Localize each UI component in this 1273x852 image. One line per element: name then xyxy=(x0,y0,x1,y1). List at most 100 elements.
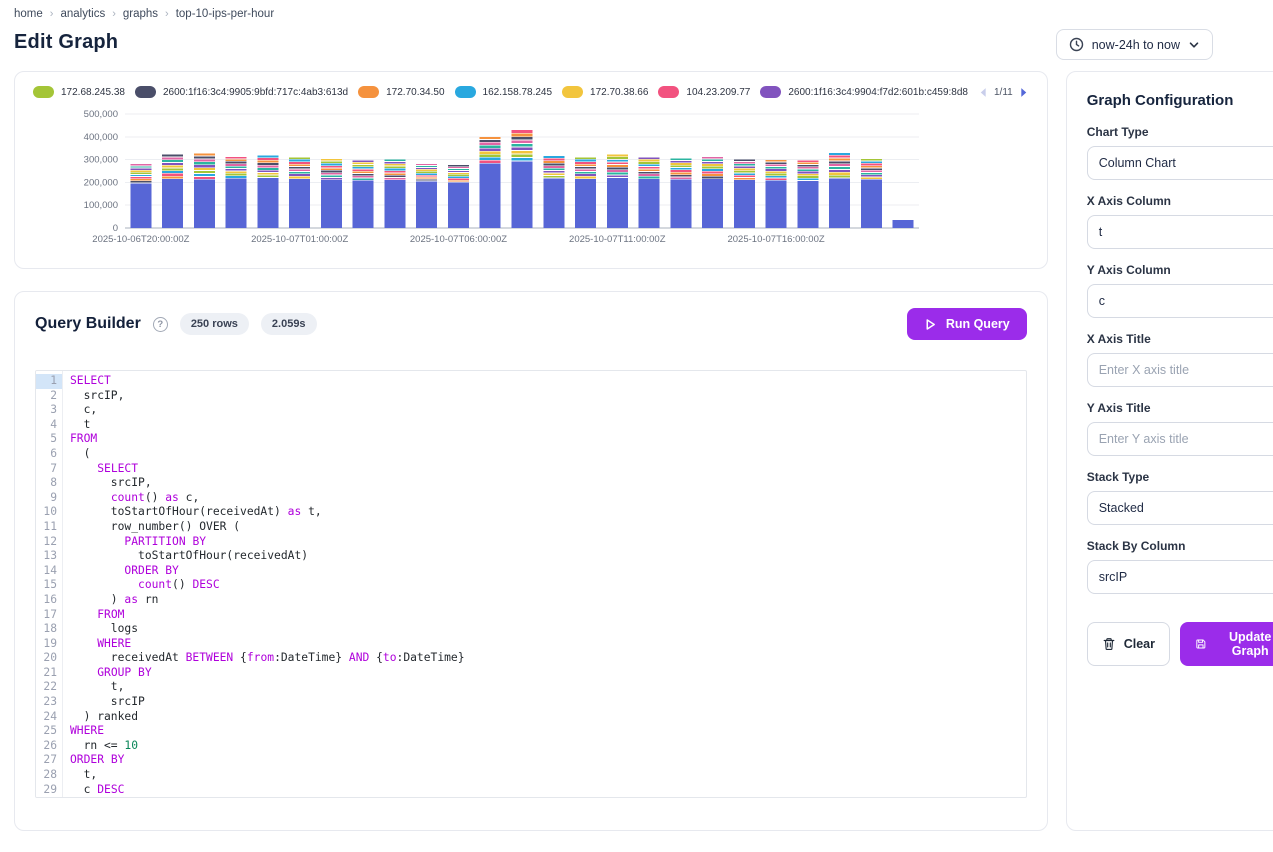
left-column: 172.68.245.38 2600:1f16:3c4:9905:9bfd:717… xyxy=(14,71,1048,831)
line-number: 18 xyxy=(36,622,62,637)
legend-item[interactable]: 162.158.78.245 xyxy=(455,86,553,98)
legend-label: 172.70.38.66 xyxy=(590,87,648,98)
legend-item[interactable]: 172.68.245.38 xyxy=(33,86,125,98)
legend-swatch xyxy=(33,86,54,98)
stack-by-column-select[interactable]: srcIP xyxy=(1087,560,1273,594)
svg-text:200,000: 200,000 xyxy=(84,177,118,188)
clear-button-label: Clear xyxy=(1124,637,1155,651)
code-line: GROUP BY xyxy=(70,666,1026,681)
code-line: SELECT xyxy=(70,462,1026,477)
breadcrumb-item-analytics[interactable]: analytics xyxy=(60,8,105,20)
field-label: Y Axis Title xyxy=(1087,401,1273,415)
legend-next-icon[interactable] xyxy=(1018,87,1029,98)
code-line: c DESC xyxy=(70,783,1026,798)
legend-item[interactable]: 104.23.209.77 xyxy=(658,86,750,98)
code-line: toStartOfHour(receivedAt) xyxy=(70,549,1026,564)
legend-item[interactable]: 2600:1f16:3c4:9905:9bfd:717c:4ab3:613d xyxy=(135,86,348,98)
help-icon[interactable]: ? xyxy=(153,317,168,332)
svg-text:500,000: 500,000 xyxy=(84,109,118,120)
code-line: srcIP xyxy=(70,695,1026,710)
line-number: 23 xyxy=(36,695,62,710)
x-axis-column-select[interactable]: t xyxy=(1087,215,1273,249)
line-number: 7 xyxy=(36,462,62,477)
legend-label: 172.70.34.50 xyxy=(386,87,444,98)
line-number: 5 xyxy=(36,432,62,447)
code-line: count() as c, xyxy=(70,491,1026,506)
row-count-badge: 250 rows xyxy=(180,313,249,335)
svg-text:0: 0 xyxy=(113,223,118,234)
select-value: Stacked xyxy=(1099,501,1273,515)
line-number: 10 xyxy=(36,505,62,520)
svg-text:2025-10-07T16:00:00Z: 2025-10-07T16:00:00Z xyxy=(727,234,824,245)
legend-label: 104.23.209.77 xyxy=(686,87,750,98)
chart-type-select[interactable]: Column Chart xyxy=(1087,146,1273,180)
sql-editor[interactable]: 1234567891011121314151617181920212223242… xyxy=(35,370,1027,798)
update-graph-label: Update Graph xyxy=(1216,630,1273,658)
svg-text:2025-10-07T11:00:00Z: 2025-10-07T11:00:00Z xyxy=(569,234,666,245)
code-line: t xyxy=(70,418,1026,433)
line-number: 17 xyxy=(36,608,62,623)
line-number: 24 xyxy=(36,710,62,725)
time-range-label: now-24h to now xyxy=(1092,38,1180,52)
line-number: 15 xyxy=(36,578,62,593)
code-line: c, xyxy=(70,403,1026,418)
sql-code[interactable]: SELECT srcIP, c, tFROM ( SELECT srcIP, c… xyxy=(63,371,1026,797)
query-builder-card: Query Builder ? 250 rows 2.059s Run Quer… xyxy=(14,291,1048,831)
line-number: 14 xyxy=(36,564,62,579)
y-axis-column-select[interactable]: c xyxy=(1087,284,1273,318)
field-x-axis-title: X Axis Title xyxy=(1087,332,1273,387)
line-number: 26 xyxy=(36,739,62,754)
run-query-button[interactable]: Run Query xyxy=(907,308,1027,340)
field-stack-by-column: Stack By ColumnsrcIP xyxy=(1087,539,1273,594)
legend-item[interactable]: 172.70.34.50 xyxy=(358,86,444,98)
legend-prev-icon[interactable] xyxy=(978,87,989,98)
graph-configuration-fields: Chart TypeColumn Chart X Axis Column t Y Ax… xyxy=(1087,125,1273,594)
legend-swatch xyxy=(658,86,679,98)
x-axis-title-input-wrapper xyxy=(1087,353,1273,387)
chevron-down-icon xyxy=(1188,39,1200,51)
line-number: 4 xyxy=(36,418,62,433)
legend-label: 2600:1f16:3c4:9904:f7d2:601b:c459:8d8 xyxy=(788,87,968,98)
breadcrumb-item-home[interactable]: home xyxy=(14,8,43,20)
legend-item[interactable]: 172.70.38.66 xyxy=(562,86,648,98)
time-range-selector[interactable]: now-24h to now xyxy=(1056,29,1213,60)
select-value: Column Chart xyxy=(1099,156,1273,170)
field-label: Y Axis Column xyxy=(1087,263,1273,277)
legend-swatch xyxy=(135,86,156,98)
line-number: 27 xyxy=(36,753,62,768)
stack-type-select[interactable]: Stacked xyxy=(1087,491,1273,525)
line-number: 13 xyxy=(36,549,62,564)
svg-text:2025-10-06T20:00:00Z: 2025-10-06T20:00:00Z xyxy=(92,234,189,245)
legend-item[interactable]: 2600:1f16:3c4:9904:f7d2:601b:c459:8d8 xyxy=(760,86,968,98)
breadcrumb-item-graphs[interactable]: graphs xyxy=(123,8,158,20)
code-line: SELECT xyxy=(70,374,1026,389)
code-line: FROM xyxy=(70,608,1026,623)
x-axis-title-input[interactable] xyxy=(1099,363,1273,377)
code-line: ) as rn xyxy=(70,593,1026,608)
code-line: rn <= 10 xyxy=(70,739,1026,754)
field-stack-type: Stack TypeStacked xyxy=(1087,470,1273,525)
y-axis-title-input[interactable] xyxy=(1099,432,1273,446)
code-line: receivedAt BETWEEN {from:DateTime} AND {… xyxy=(70,651,1026,666)
field-chart-type: Chart TypeColumn Chart xyxy=(1087,125,1273,180)
graph-configuration-panel: Graph Configuration Chart TypeColumn Cha… xyxy=(1066,71,1273,831)
code-line: t, xyxy=(70,768,1026,783)
legend-page-label: 1/11 xyxy=(994,87,1013,98)
clear-button[interactable]: Clear xyxy=(1087,622,1170,666)
legend-pagination: 1/11 xyxy=(978,87,1029,98)
line-number: 28 xyxy=(36,768,62,783)
code-line: toStartOfHour(receivedAt) as t, xyxy=(70,505,1026,520)
legend-label: 2600:1f16:3c4:9905:9bfd:717c:4ab3:613d xyxy=(163,87,348,98)
line-number: 22 xyxy=(36,680,62,695)
breadcrumb-item-top-10-ips-per-hour[interactable]: top-10-ips-per-hour xyxy=(176,8,274,20)
page: home›analytics›graphs›top-10-ips-per-hou… xyxy=(0,0,1273,831)
line-number: 29 xyxy=(36,783,62,798)
breadcrumb-separator: › xyxy=(50,8,54,20)
sidebar-buttons: Clear Update Graph xyxy=(1087,622,1273,666)
update-graph-button[interactable]: Update Graph xyxy=(1180,622,1273,666)
legend-swatch xyxy=(455,86,476,98)
code-line: t, xyxy=(70,680,1026,695)
code-line: ( xyxy=(70,447,1026,462)
field-label: X Axis Column xyxy=(1087,194,1273,208)
svg-text:2025-10-07T01:00:00Z: 2025-10-07T01:00:00Z xyxy=(251,234,348,245)
